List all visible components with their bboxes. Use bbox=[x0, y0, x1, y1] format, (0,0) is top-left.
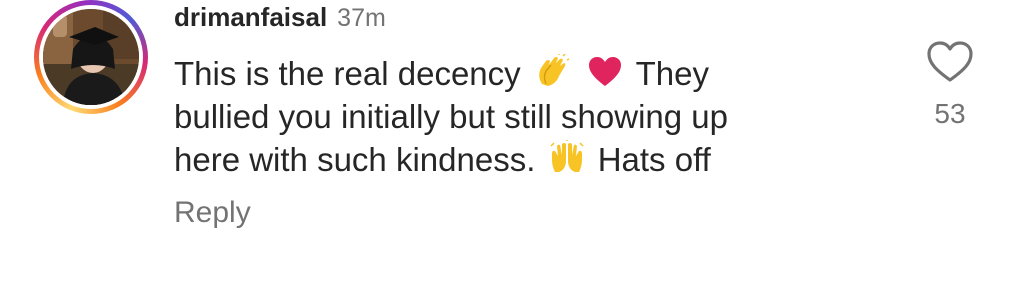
comment-line: bullied you initially but still showing … bbox=[174, 98, 728, 135]
raising-hands-icon bbox=[550, 140, 584, 172]
username-link[interactable]: drimanfaisal bbox=[174, 2, 327, 33]
clapping-hands-icon bbox=[539, 54, 570, 86]
comment-header: drimanfaisal 37m bbox=[174, 2, 386, 36]
avatar-story-ring[interactable] bbox=[34, 0, 148, 114]
like-count: 53 bbox=[934, 98, 966, 129]
comment-line: here with such kindness. Hats off bbox=[174, 140, 711, 178]
heart-icon[interactable] bbox=[926, 40, 974, 84]
like-section: 53 bbox=[922, 40, 978, 140]
avatar[interactable] bbox=[43, 9, 139, 105]
red-heart-icon bbox=[589, 57, 622, 86]
avatar-image bbox=[43, 9, 139, 105]
comment-line: This is the real decency They bbox=[174, 54, 709, 92]
reply-button[interactable]: Reply bbox=[174, 196, 251, 230]
comment-timestamp: 37m bbox=[337, 4, 386, 32]
comment-text: This is the real decency They bullied yo… bbox=[174, 52, 874, 181]
comment: drimanfaisal 37m This is the real decenc… bbox=[0, 0, 1024, 294]
